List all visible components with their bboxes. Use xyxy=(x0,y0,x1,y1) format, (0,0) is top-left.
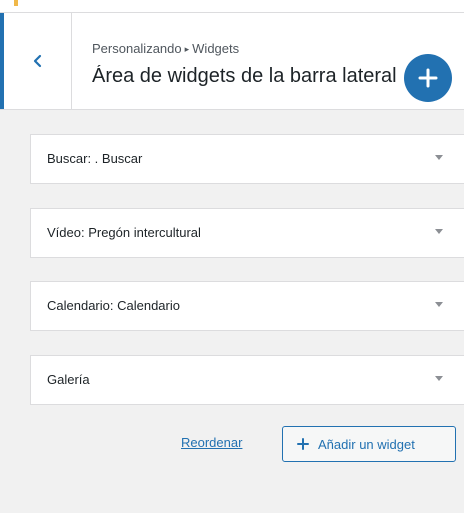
widget-item-video[interactable]: Vídeo: Pregón intercultural xyxy=(30,208,464,258)
add-widget-label: Añadir un widget xyxy=(318,436,415,452)
top-accent-mark xyxy=(14,0,18,6)
widget-item-calendario[interactable]: Calendario: Calendario xyxy=(30,281,464,331)
plus-icon xyxy=(297,438,309,450)
widget-item-galeria[interactable]: Galería xyxy=(30,355,464,405)
plus-icon xyxy=(418,68,438,88)
reorder-link[interactable]: Reordenar xyxy=(181,435,242,450)
back-button[interactable] xyxy=(0,13,72,109)
triangle-down-icon[interactable] xyxy=(435,376,443,381)
widget-label: Galería xyxy=(47,372,90,387)
add-widget-fab[interactable] xyxy=(404,54,452,102)
breadcrumb-current: Widgets xyxy=(192,41,240,56)
widget-label: Vídeo: Pregón intercultural xyxy=(47,225,201,240)
triangle-down-icon[interactable] xyxy=(435,229,443,234)
top-strip xyxy=(0,0,464,12)
breadcrumb-separator: ▸ xyxy=(184,44,190,54)
widget-label: Buscar: . Buscar xyxy=(47,151,143,166)
triangle-down-icon[interactable] xyxy=(435,155,443,160)
panel-header: Personalizando ▸ Widgets Área de widgets d… xyxy=(0,12,464,110)
widget-item-buscar[interactable]: Buscar: . Buscar xyxy=(30,134,464,184)
breadcrumb: Personalizando ▸ Widgets xyxy=(92,41,239,56)
widget-label: Calendario: Calendario xyxy=(47,298,180,313)
add-widget-button[interactable]: Añadir un widget xyxy=(282,426,456,462)
breadcrumb-parent: Personalizando xyxy=(92,41,182,56)
triangle-down-icon[interactable] xyxy=(435,302,443,307)
chevron-left-icon xyxy=(33,54,41,68)
